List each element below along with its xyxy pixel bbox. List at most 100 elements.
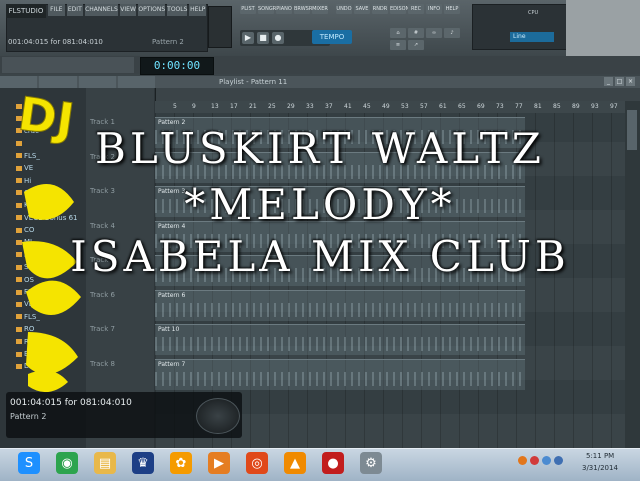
overlay-title: BLUSKIRT WALTZ [95,124,545,173]
background-area [566,0,640,56]
stop-icon[interactable]: ■ [257,32,269,44]
cpu-label: CPU [528,10,539,16]
ruler-tick: 69 [477,103,485,110]
clip-label: Pattern 7 [158,360,186,368]
ruler-tick: 13 [211,103,219,110]
grid-icon[interactable]: # [408,28,424,38]
clip-label: Pattern 6 [158,291,186,299]
menu-file[interactable]: FILE [48,4,65,16]
crown-icon[interactable]: ♛ [132,452,154,474]
clip-notes [155,337,525,351]
settings-icon[interactable]: ⚙ [360,452,382,474]
edison-button[interactable]: EDISON [390,4,409,14]
view-buttons: PLIST SONGR PIANO BRWSR MIXER [240,4,330,28]
media-player-icon[interactable]: ▶ [208,452,230,474]
maximize-icon[interactable]: □ [615,77,624,86]
tray-icon[interactable] [530,456,539,465]
undo-button[interactable]: UNDO [336,4,352,14]
ruler-tick: 37 [325,103,333,110]
ruler-tick: 49 [382,103,390,110]
hint-popup-time: 001:04:015 for 081:04:010 [10,398,132,408]
firefox-icon[interactable]: ◎ [246,452,268,474]
pattern-clip[interactable]: Pattern 6 [155,289,525,321]
snap-tools: ⌂ # ∞ ♪ ≡ ↗ [390,28,470,50]
ruler-tick: 53 [401,103,409,110]
ruler-tick: 5 [173,103,177,110]
tray-icon[interactable] [518,456,527,465]
menu-help[interactable]: HELP [189,4,206,16]
mini-panel [2,57,134,73]
mute-icon[interactable]: ♪ [444,28,460,38]
render-button[interactable]: RNDR [372,4,388,14]
menu-channels[interactable]: CHANNELS [85,4,118,16]
explorer-icon[interactable]: ▤ [94,452,116,474]
ruler-tick: 77 [515,103,523,110]
song-view-button[interactable]: SONGR [258,4,276,14]
menu-edit[interactable]: EDIT [66,4,84,16]
menu-options[interactable]: OPTIONS [138,4,166,16]
edit-tools: UNDO SAVE RNDR EDISON REC INFO HELP [336,4,466,28]
rec-button[interactable]: REC [408,4,424,14]
pattern-clip[interactable]: Patt 10 [155,324,525,355]
playlist-view-button[interactable]: PLIST [240,4,256,14]
piano-roll-button[interactable]: PIANO [276,4,292,14]
hint-popup-pattern: Pattern 2 [10,412,47,421]
pattern-clip[interactable]: Pattern 7 [155,358,525,390]
link-icon[interactable]: ∞ [426,28,442,38]
vlc-icon[interactable]: ▲ [284,452,306,474]
clock-date[interactable]: 3/31/2014 [582,464,618,472]
ruler-tick: 61 [439,103,447,110]
ruler-tick: 93 [591,103,599,110]
ruler-tick: 73 [496,103,504,110]
chrome-icon[interactable]: ◉ [56,452,78,474]
timeline-ruler[interactable]: 5 9 13 17 21 25 29 33 37 41 45 49 53 57 61 65 69 73 77 81 85… [155,101,625,113]
clock-time[interactable]: 5:11 PM [586,452,614,460]
hint-text: 001:04:015 for 081:04:010 [8,38,103,46]
clip-notes [155,371,525,386]
magnet-icon[interactable]: ⌂ [390,28,406,38]
ruler-tick: 89 [572,103,580,110]
mixer-view-button[interactable]: MIXER [312,4,328,14]
help-button[interactable]: HELP [444,4,460,14]
ruler-tick: 33 [306,103,314,110]
system-tray [518,456,576,470]
tempo-display[interactable]: TEMPO [312,30,352,44]
close-icon[interactable]: × [626,77,635,86]
chord-icon[interactable]: ≡ [390,40,406,50]
cpu-monitor [472,4,568,50]
browser-view-button[interactable]: BRWSR [294,4,312,14]
jog-knob[interactable] [196,398,240,434]
minimize-icon[interactable]: _ [604,77,613,86]
clip-notes [155,302,525,317]
menu-view[interactable]: VIEW [119,4,137,16]
fl-studio-logo: FLSTUDIO [6,4,46,18]
clip-label: Patt 10 [158,326,180,333]
ruler-tick: 45 [363,103,371,110]
ruler-tick: 17 [230,103,238,110]
ruler-tick: 41 [344,103,352,110]
master-volume-slider[interactable] [208,6,232,48]
paint-icon[interactable]: ● [322,452,344,474]
snap-select[interactable]: Line [510,32,554,42]
save-button[interactable]: SAVE [354,4,370,14]
hint-pattern: Pattern 2 [152,38,184,46]
menu-tools[interactable]: TOOLS [167,4,188,16]
ruler-tick: 85 [553,103,561,110]
ruler-tick: 25 [268,103,276,110]
record-icon[interactable]: ● [272,32,284,44]
play-icon[interactable]: ▶ [242,32,254,44]
ruler-tick: 21 [249,103,257,110]
info-button[interactable]: INFO [426,4,442,14]
skype-icon[interactable]: S [18,452,40,474]
network-icon[interactable] [542,456,551,465]
browser-tab[interactable] [117,76,155,88]
volume-icon[interactable] [554,456,563,465]
playlist-window-buttons: _ □ × [604,77,638,87]
arrow-icon[interactable]: ↗ [408,40,424,50]
main-menu: FILE EDIT CHANNELS VIEW OPTIONS TOOLS HE… [48,4,206,16]
song-time-display[interactable]: 0:00:00 [140,57,214,75]
ruler-tick: 65 [458,103,466,110]
ruler-tick: 57 [420,103,428,110]
playlist-title[interactable]: Playlist - Pattern 11 [155,76,640,88]
fl-studio-icon[interactable]: ✿ [170,452,192,474]
